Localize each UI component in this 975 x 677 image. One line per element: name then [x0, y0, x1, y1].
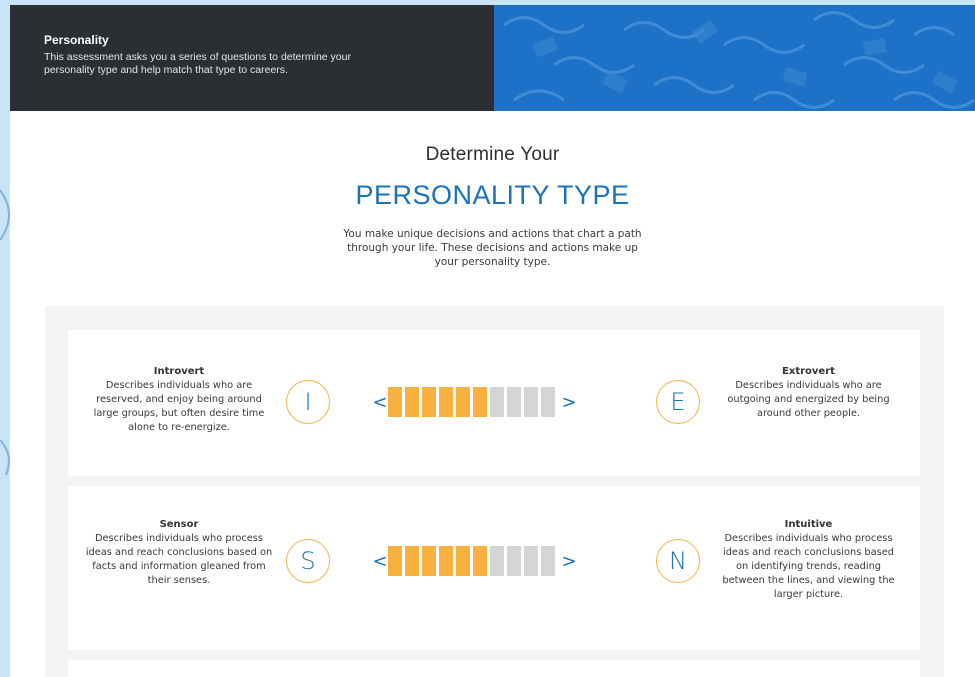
banner-title: Personality — [44, 33, 109, 47]
slider-segment[interactable] — [490, 387, 504, 417]
trait-right-description: Describes individuals who process ideas … — [722, 533, 895, 600]
slider-segment[interactable] — [541, 546, 555, 576]
intro-eyebrow: Determine Your — [425, 144, 560, 165]
trait-card-next — [68, 660, 920, 677]
chevron-right-icon[interactable]: > — [561, 551, 577, 572]
slider-segment[interactable] — [473, 546, 487, 576]
trait-left-letter: S — [286, 539, 330, 583]
slider-segment[interactable] — [422, 387, 436, 417]
slider-segment[interactable] — [507, 387, 521, 417]
chevron-right-icon[interactable]: > — [561, 392, 577, 413]
chevron-left-icon[interactable]: < — [372, 392, 388, 413]
slider-segment[interactable] — [473, 387, 487, 417]
slider-segment[interactable] — [490, 546, 504, 576]
trait-slider[interactable]: < > — [372, 546, 577, 576]
traits-panel: Introvert Describes individuals who are … — [45, 306, 944, 677]
trait-right-description: Describes individuals who are outgoing a… — [727, 380, 890, 419]
assessment-banner: Personality This assessment asks you a s… — [10, 5, 975, 111]
trait-left-name: Introvert — [153, 366, 205, 377]
trait-slider[interactable]: < > — [372, 387, 577, 417]
trait-right-letter: E — [656, 380, 700, 424]
slider-segment[interactable] — [405, 387, 419, 417]
trait-right-name: Extrovert — [782, 366, 835, 377]
trait-right-info: Intuitive Describes individuals who proc… — [716, 518, 901, 602]
trait-card-ie: Introvert Describes individuals who are … — [68, 330, 920, 476]
banner-image — [494, 5, 975, 111]
trait-card-sn: Sensor Describes individuals who process… — [68, 486, 920, 650]
slider-segment[interactable] — [524, 387, 538, 417]
slider-segment[interactable] — [456, 387, 470, 417]
page: Personality This assessment asks you a s… — [10, 5, 975, 677]
slider-segment[interactable] — [422, 546, 436, 576]
slider-segment[interactable] — [388, 387, 402, 417]
trait-left-description: Describes individuals who are reserved, … — [93, 380, 265, 433]
slider-segment[interactable] — [541, 387, 555, 417]
trait-left-letter: I — [286, 380, 330, 424]
banner-text-panel: Personality This assessment asks you a s… — [10, 5, 494, 111]
slider-segment[interactable] — [439, 546, 453, 576]
slider-segment[interactable] — [524, 546, 538, 576]
slider-segment[interactable] — [439, 387, 453, 417]
trait-slider-segments — [388, 546, 558, 576]
trait-left-name: Sensor — [159, 519, 199, 530]
banner-description: This assessment asks you a series of que… — [44, 51, 351, 76]
trait-left-info: Introvert Describes individuals who are … — [84, 365, 274, 435]
trait-left-info: Sensor Describes individuals who process… — [84, 518, 274, 588]
slider-segment[interactable] — [388, 546, 402, 576]
slider-segment[interactable] — [405, 546, 419, 576]
trait-left-description: Describes individuals who process ideas … — [85, 533, 273, 586]
intro-description: You make unique decisions and actions th… — [343, 228, 642, 268]
trait-right-letter: N — [656, 539, 700, 583]
intro-heading: PERSONALITY TYPE — [355, 180, 630, 210]
trait-right-name: Intuitive — [784, 519, 833, 530]
trait-right-info: Extrovert Describes individuals who are … — [716, 365, 901, 421]
slider-segment[interactable] — [456, 546, 470, 576]
trait-slider-segments — [388, 387, 558, 417]
intro-section: Determine Your PERSONALITY TYPE You make… — [10, 144, 975, 269]
chevron-left-icon[interactable]: < — [372, 551, 388, 572]
slider-segment[interactable] — [507, 546, 521, 576]
